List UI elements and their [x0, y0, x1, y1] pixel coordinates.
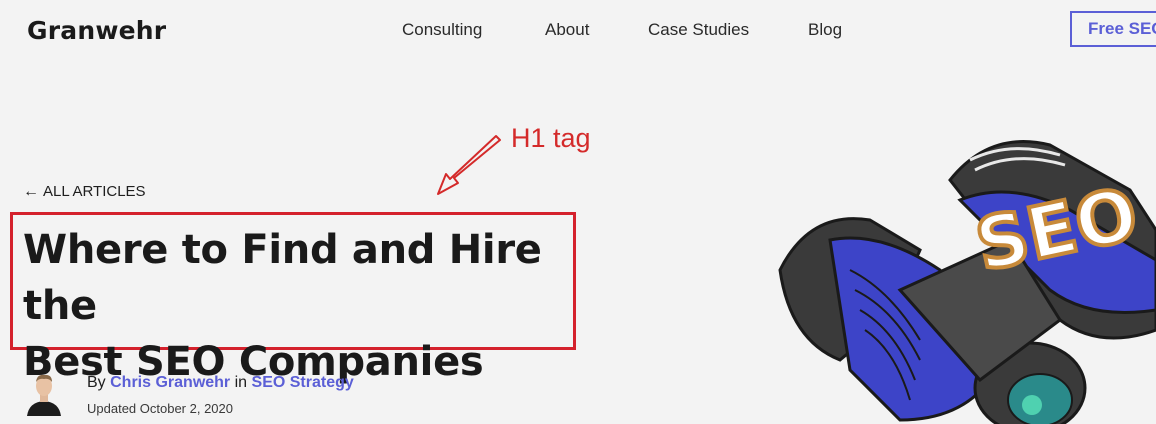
- site-logo[interactable]: Granwehr: [27, 16, 166, 45]
- nav-blog[interactable]: Blog: [808, 20, 842, 40]
- by-label: By: [87, 374, 106, 391]
- nav-case-studies[interactable]: Case Studies: [648, 20, 749, 40]
- article-byline: By Chris Granwehr in SEO Strategy: [87, 374, 354, 392]
- arrow-left-icon: ←: [23, 183, 39, 200]
- author-link[interactable]: Chris Granwehr: [110, 374, 230, 391]
- binoculars-illustration-icon: SEO: [778, 140, 1156, 424]
- back-label: ALL ARTICLES: [43, 183, 146, 200]
- nav-about[interactable]: About: [545, 20, 589, 40]
- annotation-arrow-icon: [437, 135, 501, 195]
- free-seo-button[interactable]: Free SEO: [1070, 11, 1156, 47]
- in-label: in: [234, 374, 248, 391]
- title-line-1: Where to Find and Hire the: [23, 227, 542, 329]
- annotation-label: H1 tag: [511, 123, 591, 153]
- back-to-articles-link[interactable]: ← ALL ARTICLES: [23, 183, 146, 201]
- page-title: Where to Find and Hire the Best SEO Comp…: [23, 222, 583, 390]
- updated-date: Updated October 2, 2020: [87, 401, 233, 416]
- nav-consulting[interactable]: Consulting: [402, 20, 482, 40]
- category-link[interactable]: SEO Strategy: [252, 374, 354, 391]
- avatar: [27, 374, 61, 416]
